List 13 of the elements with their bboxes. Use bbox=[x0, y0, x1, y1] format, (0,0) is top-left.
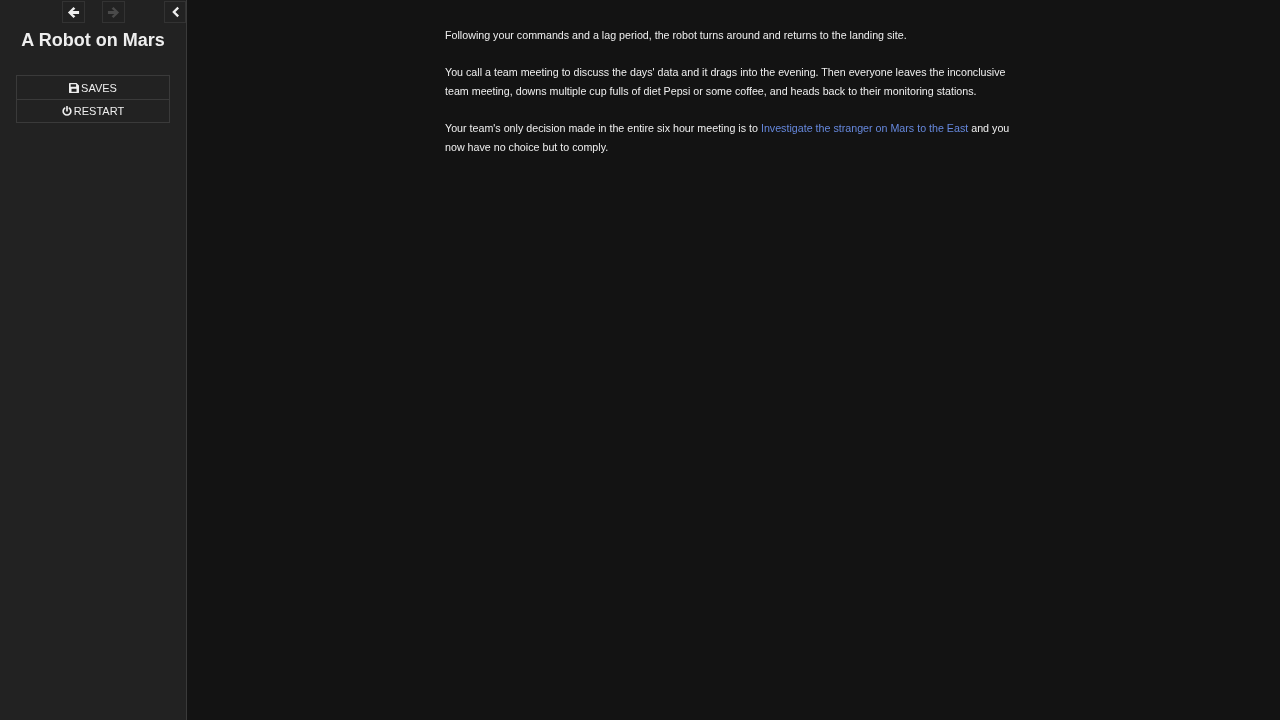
power-icon bbox=[61, 106, 72, 116]
arrow-left-icon bbox=[67, 5, 80, 19]
passage-link[interactable]: Investigate the stranger on Mars to the East bbox=[760, 122, 969, 134]
passage-paragraph: Following your commands and a lag period, the robot turns around and returns to the landing site. bbox=[445, 28, 908, 43]
passage-paragraph: Your team's only decision made in the entire six hour meeting is to Investigate the stranger on Mars to the East and you now have no choice but to comply. bbox=[445, 121, 1011, 155]
chevron-left-icon bbox=[171, 6, 179, 18]
story-title: A Robot on Mars bbox=[20, 29, 166, 51]
saves-button[interactable]: SAVES bbox=[17, 76, 169, 99]
sidebar-toggle-button[interactable] bbox=[164, 1, 186, 23]
passage-paragraph: You call a team meeting to discuss the days' data and it drags into the evening. Then everyone leaves the inconclusive team meeting, downs multiple cup fulls of diet Pepsi or some coffee, and heads back to their monitoring stations. bbox=[445, 65, 1007, 99]
arrow-right-icon bbox=[107, 5, 120, 19]
restart-button[interactable]: RESTART bbox=[17, 99, 169, 122]
back-button[interactable] bbox=[62, 1, 85, 23]
